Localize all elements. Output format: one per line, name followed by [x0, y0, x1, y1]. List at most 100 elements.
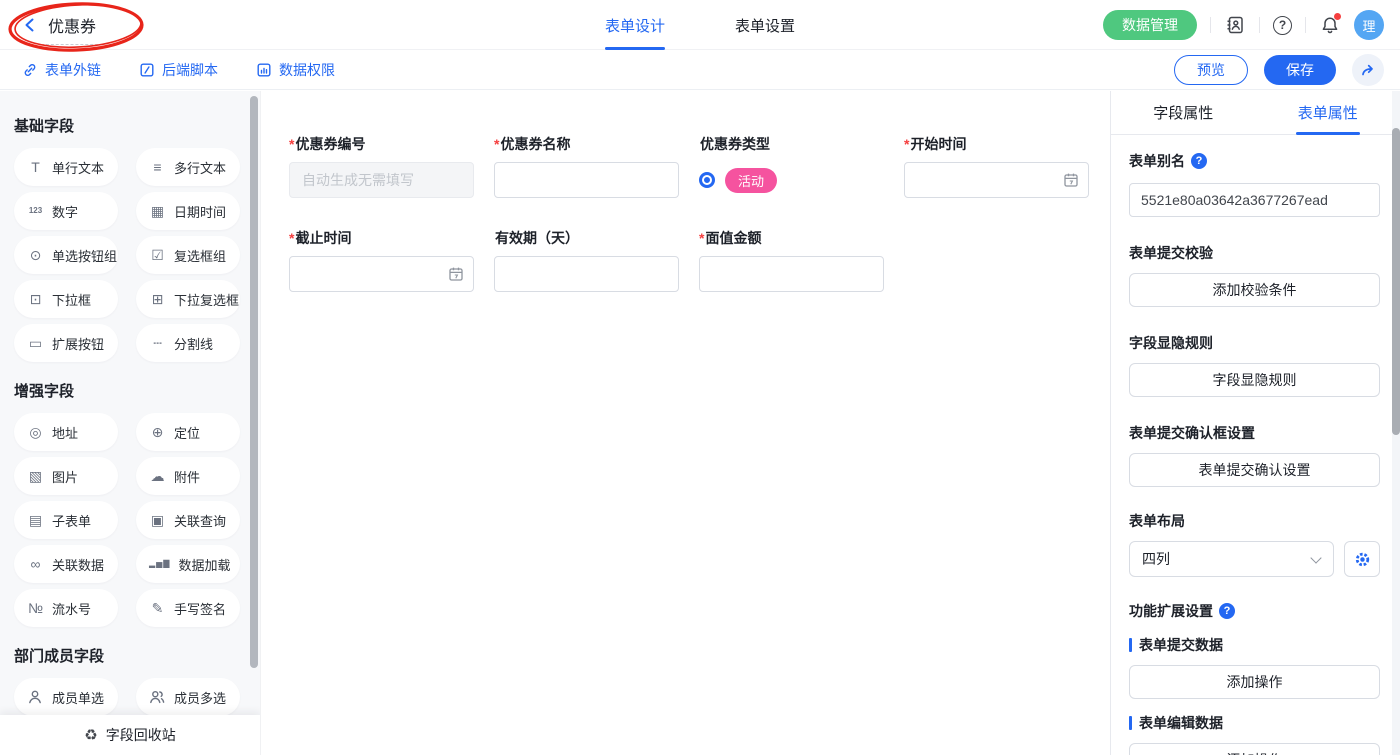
section-title-basic-fields: 基础字段 [14, 115, 240, 136]
help-icon[interactable] [1219, 603, 1235, 619]
select-icon: ⊡ [27, 292, 44, 306]
sidebar-item-member-single[interactable]: 成员单选 [14, 678, 118, 716]
extend-button-icon: ▭ [27, 336, 44, 350]
share-button[interactable] [1352, 54, 1384, 86]
add-validation-button[interactable]: 添加校验条件 [1129, 273, 1380, 307]
sidebar-item-multi-select[interactable]: ⊞ 下拉复选框 [136, 280, 240, 318]
field-visibility-button[interactable]: 字段显隐规则 [1129, 363, 1380, 397]
field-label: 面值金额 [705, 230, 761, 246]
number-icon: 123 [27, 207, 44, 215]
sidebar-item-datetime[interactable]: ▦ 日期时间 [136, 192, 240, 230]
related-data-icon: ∞ [27, 557, 44, 571]
field-visibility-label: 字段显隐规则 [1129, 333, 1380, 353]
layout-settings-button[interactable] [1344, 541, 1380, 577]
sidebar-item-select[interactable]: ⊡ 下拉框 [14, 280, 118, 318]
submit-confirm-button[interactable]: 表单提交确认设置 [1129, 453, 1380, 487]
field-coupon-name[interactable]: *优惠券名称 [494, 134, 679, 198]
sidebar-item-location[interactable]: ⊕ 定位 [136, 413, 240, 451]
section-title-enhanced-fields: 增强字段 [14, 380, 240, 401]
section-title-member-fields: 部门成员字段 [14, 645, 240, 666]
field-face-value[interactable]: *面值金额 [699, 228, 884, 292]
sidebar-item-member-multi[interactable]: 成员多选 [136, 678, 240, 716]
avatar[interactable]: 理 [1354, 10, 1384, 40]
start-time-input[interactable] [904, 162, 1089, 198]
required-asterisk: * [289, 230, 294, 246]
form-canvas[interactable]: *优惠券编号 *优惠券名称 优惠券类型 活动 *开始时间 [260, 91, 1110, 755]
properties-panel: 字段属性 表单属性 表单别名 表单提交校验 添加校验条件 字段显隐规则 字段显隐… [1110, 91, 1400, 755]
help-icon[interactable] [1273, 16, 1292, 35]
field-coupon-code[interactable]: *优惠券编号 [289, 134, 474, 198]
save-button[interactable]: 保存 [1264, 55, 1336, 85]
data-manage-button[interactable]: 数据管理 [1103, 10, 1197, 40]
required-asterisk: * [904, 136, 909, 152]
field-coupon-type[interactable]: 优惠券类型 活动 [699, 134, 884, 198]
sidebar-item-radio-group[interactable]: ⊙ 单选按钮组 [14, 236, 118, 274]
attachment-icon: ☁ [149, 469, 166, 483]
recycle-icon: ♻ [84, 726, 97, 744]
form-alias-label: 表单别名 [1129, 151, 1380, 171]
sidebar-item-subform[interactable]: ▤ 子表单 [14, 501, 118, 539]
divider [1210, 17, 1211, 33]
sidebar-item-extend-button[interactable]: ▭ 扩展按钮 [14, 324, 118, 362]
notification-bell-icon[interactable] [1319, 14, 1341, 36]
layout-select[interactable]: 四列 [1129, 541, 1334, 577]
serial-number-icon: № [27, 601, 44, 615]
sidebar-item-related-query[interactable]: ▣ 关联查询 [136, 501, 240, 539]
single-line-text-icon: T [27, 160, 44, 174]
face-value-input[interactable] [699, 256, 884, 292]
radio-group-icon: ⊙ [27, 248, 44, 262]
tab-field-properties[interactable]: 字段属性 [1111, 91, 1256, 134]
sidebar-item-multi-line-text[interactable]: ≡ 多行文本 [136, 148, 240, 186]
form-external-link[interactable]: 表单外链 [22, 60, 101, 80]
field-start-time[interactable]: *开始时间 [904, 134, 1089, 198]
validity-days-input[interactable] [494, 256, 679, 292]
field-label: 优惠券名称 [500, 136, 570, 152]
required-asterisk: * [494, 136, 499, 152]
sidebar-item-serial-number[interactable]: № 流水号 [14, 589, 118, 627]
radio-checked[interactable] [699, 172, 715, 188]
field-validity-days[interactable]: 有效期（天） [494, 228, 679, 292]
sidebar-scrollbar[interactable] [250, 96, 258, 668]
required-asterisk: * [699, 230, 704, 246]
address-book-icon[interactable] [1224, 14, 1246, 36]
sidebar-item-single-line-text[interactable]: T 单行文本 [14, 148, 118, 186]
sidebar-item-attachment[interactable]: ☁ 附件 [136, 457, 240, 495]
toolbar-actions: 预览 保存 [1174, 54, 1384, 86]
sidebar-item-checkbox-group[interactable]: ☑ 复选框组 [136, 236, 240, 274]
field-recycle-bin[interactable]: ♻ 字段回收站 [0, 715, 260, 755]
tab-form-properties[interactable]: 表单属性 [1256, 91, 1400, 134]
end-time-input[interactable] [289, 256, 474, 292]
required-asterisk: * [289, 136, 294, 152]
data-load-icon: ▂▅▇ [149, 560, 170, 568]
coupon-name-input[interactable] [494, 162, 679, 198]
form-alias-input[interactable] [1129, 183, 1380, 217]
member-multi-icon [149, 689, 166, 705]
add-edit-action-button[interactable]: 添加操作 [1129, 743, 1380, 755]
tab-form-settings[interactable]: 表单设置 [735, 0, 795, 50]
coupon-code-input [289, 162, 474, 198]
toolbar-links: 表单外链 后端脚本 数据权限 [0, 60, 335, 80]
edit-data-group-label: 表单编辑数据 [1129, 713, 1380, 733]
link-icon [22, 62, 38, 78]
help-icon[interactable] [1191, 153, 1207, 169]
field-library-sidebar: 基础字段 T 单行文本 ≡ 多行文本 123 数字 ▦ 日期时间 ⊙ 单选按钮组 [0, 91, 260, 755]
submit-validation-label: 表单提交校验 [1129, 243, 1380, 263]
sidebar-item-divider[interactable]: ┄ 分割线 [136, 324, 240, 362]
sidebar-item-image[interactable]: ▧ 图片 [14, 457, 118, 495]
field-end-time[interactable]: *截止时间 [289, 228, 474, 292]
panel-scrollbar[interactable] [1392, 128, 1400, 435]
backend-script-link[interactable]: 后端脚本 [139, 60, 218, 80]
data-permission-link[interactable]: 数据权限 [256, 60, 335, 80]
add-submit-action-button[interactable]: 添加操作 [1129, 665, 1380, 699]
datetime-icon: ▦ [149, 204, 166, 218]
back-button[interactable]: 优惠券 [0, 13, 96, 37]
share-arrow-icon [1359, 61, 1377, 79]
sidebar-item-number[interactable]: 123 数字 [14, 192, 118, 230]
sidebar-item-related-data[interactable]: ∞ 关联数据 [14, 545, 118, 583]
preview-button[interactable]: 预览 [1174, 55, 1248, 85]
sidebar-item-address[interactable]: ◎ 地址 [14, 413, 118, 451]
sidebar-item-data-load[interactable]: ▂▅▇ 数据加载 [136, 545, 240, 583]
sidebar-item-signature[interactable]: ✎ 手写签名 [136, 589, 240, 627]
tab-form-design[interactable]: 表单设计 [605, 0, 665, 50]
basic-fields-grid: T 单行文本 ≡ 多行文本 123 数字 ▦ 日期时间 ⊙ 单选按钮组 ☑ 复选… [14, 148, 240, 362]
